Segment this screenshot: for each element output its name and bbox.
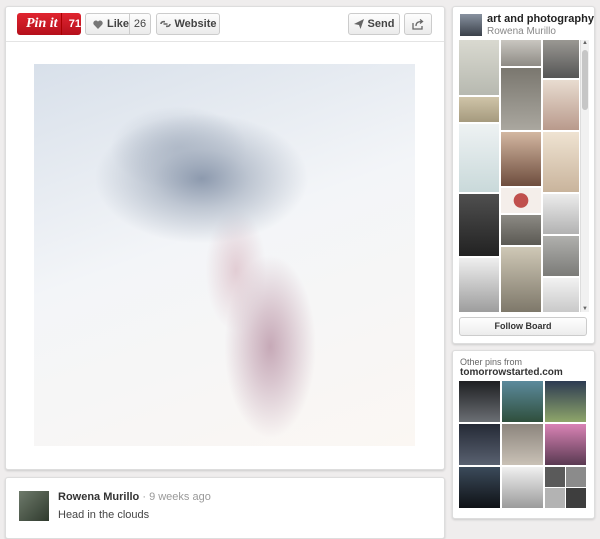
pin-it-label: Pin it: [26, 16, 58, 31]
scrollbar-thumb[interactable]: [582, 50, 588, 110]
board-pin-thumb[interactable]: [459, 194, 499, 256]
pin-toolbar: Pin it 71 Like 26 Website Send: [6, 7, 444, 42]
other-pins-grid: [459, 381, 588, 511]
board-pin-thumb[interactable]: [543, 236, 579, 276]
board-pin-thumb[interactable]: [501, 40, 541, 66]
board-thumbnail[interactable]: [460, 14, 482, 36]
board-pin-thumb[interactable]: [501, 132, 541, 186]
other-pin-thumb[interactable]: [502, 467, 543, 508]
other-pin-thumb[interactable]: [566, 467, 586, 487]
website-link-icon: [159, 20, 171, 28]
board-mosaic: [459, 40, 579, 312]
other-pin-thumb[interactable]: [566, 488, 586, 508]
send-arrow-icon: [353, 19, 364, 29]
heart-icon: [93, 20, 103, 29]
board-pin-thumb[interactable]: [459, 124, 499, 192]
avatar[interactable]: [19, 491, 49, 521]
like-count: 26: [129, 14, 150, 34]
pin-card: Pin it 71 Like 26 Website Send: [5, 6, 445, 470]
like-button[interactable]: Like 26: [85, 13, 151, 35]
board-pin-thumb[interactable]: [501, 247, 541, 312]
other-pin-thumb[interactable]: [545, 488, 565, 508]
pin-count: 71: [60, 13, 81, 35]
send-label: Send: [367, 18, 395, 30]
pin-it-button[interactable]: Pin it 71: [17, 13, 81, 35]
board-pin-thumb[interactable]: [459, 97, 499, 122]
website-button[interactable]: Website: [156, 13, 220, 35]
board-pin-thumb[interactable]: [543, 194, 579, 234]
other-pin-thumb[interactable]: [459, 424, 500, 465]
board-pin-thumb[interactable]: [459, 40, 499, 95]
other-pins-source[interactable]: tomorrowstarted.com: [460, 367, 563, 378]
board-card: art and photography Rowena Murillo ▲ ▼ F…: [452, 6, 595, 344]
scroll-down-icon[interactable]: ▼: [581, 306, 589, 312]
other-pin-thumb[interactable]: [459, 467, 500, 508]
website-label: Website: [174, 18, 217, 30]
comment-card: Rowena Murillo · 9 weeks ago Head in the…: [5, 477, 445, 539]
other-pins-heading: Other pins from: [460, 357, 523, 367]
board-pin-thumb[interactable]: [543, 80, 579, 130]
board-pin-thumb[interactable]: [543, 40, 579, 78]
board-pin-thumb[interactable]: [501, 68, 541, 130]
other-pin-thumb[interactable]: [545, 381, 586, 422]
board-pin-thumb[interactable]: [501, 188, 541, 213]
other-pin-thumb[interactable]: [545, 467, 565, 487]
board-pin-thumb[interactable]: [501, 215, 541, 245]
board-scrollbar[interactable]: ▲ ▼: [580, 40, 589, 312]
board-title[interactable]: art and photography: [487, 13, 594, 25]
follow-board-button[interactable]: Follow Board: [459, 317, 587, 336]
other-pin-thumb[interactable]: [502, 381, 543, 422]
send-button[interactable]: Send: [348, 13, 400, 35]
like-label: Like: [107, 18, 130, 30]
board-owner[interactable]: Rowena Murillo: [487, 26, 556, 37]
comment-text: Head in the clouds: [58, 509, 150, 521]
other-pin-thumb[interactable]: [459, 381, 500, 422]
board-pin-thumb[interactable]: [543, 278, 579, 312]
pin-image[interactable]: [34, 64, 415, 446]
comment-author-line: Rowena Murillo · 9 weeks ago: [58, 491, 211, 503]
share-button[interactable]: [404, 13, 432, 35]
scroll-up-icon[interactable]: ▲: [581, 40, 589, 46]
other-pin-thumb[interactable]: [545, 424, 586, 465]
other-pins-card: Other pins from tomorrowstarted.com: [452, 350, 595, 519]
comment-author[interactable]: Rowena Murillo: [58, 491, 139, 503]
comment-time: · 9 weeks ago: [142, 491, 211, 503]
other-pin-thumb[interactable]: [502, 424, 543, 465]
share-icon: [412, 18, 424, 30]
board-pin-thumb[interactable]: [459, 258, 499, 312]
board-pin-thumb[interactable]: [543, 132, 579, 192]
